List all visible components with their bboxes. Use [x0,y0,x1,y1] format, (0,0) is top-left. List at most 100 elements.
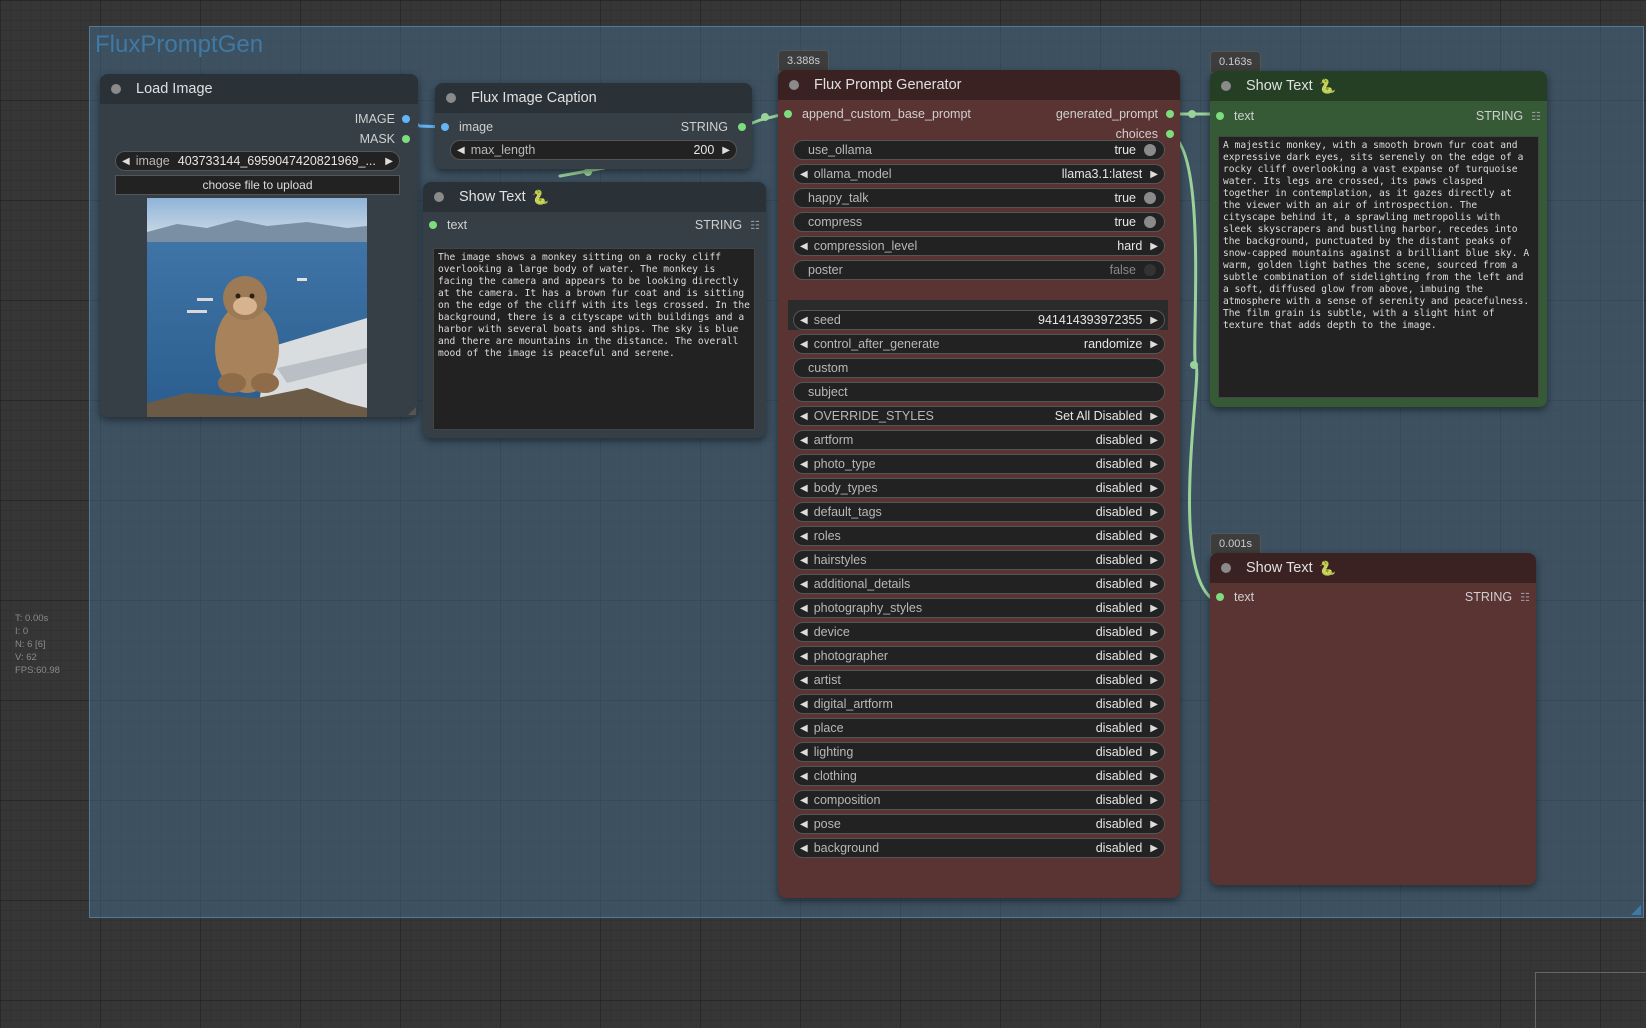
node-title-bar[interactable]: Show Text 🐍 [1210,71,1547,101]
custom-input[interactable]: custom [793,358,1165,378]
right-arrow-icon[interactable]: ▶ [1150,771,1158,782]
list-output-icon[interactable]: ☷ [750,219,760,232]
output-string[interactable]: STRING ☷ [1476,109,1541,123]
collapse-dot[interactable] [111,84,121,94]
slot-dot[interactable] [1166,110,1174,118]
right-arrow-icon[interactable]: ▶ [1150,627,1158,638]
right-arrow-icon[interactable]: ▶ [1150,579,1158,590]
left-arrow-icon[interactable]: ◀ [800,315,808,326]
combo-additional-details[interactable]: ◀ additional_details disabled ▶ [793,574,1165,594]
list-output-icon[interactable]: ☷ [1520,591,1530,604]
caption-textarea[interactable]: The image shows a monkey sitting on a ro… [433,248,755,430]
node-title-bar[interactable]: Flux Image Caption [435,83,752,113]
output-mask[interactable]: MASK [360,132,410,146]
slot-dot[interactable] [441,123,449,131]
right-arrow-icon[interactable]: ▶ [1150,819,1158,830]
combo-artist[interactable]: ◀ artist disabled ▶ [793,670,1165,690]
resize-handle[interactable] [408,407,416,415]
combo-photo-type[interactable]: ◀ photo_type disabled ▶ [793,454,1165,474]
slot-dot[interactable] [1216,112,1224,120]
toggle-knob-icon[interactable] [1144,264,1156,276]
left-arrow-icon[interactable]: ◀ [800,435,808,446]
combo-override-styles[interactable]: ◀ OVERRIDE_STYLES Set All Disabled ▶ [793,406,1165,426]
widget-compress[interactable]: compress true [793,212,1165,232]
node-title-bar[interactable]: Show Text 🐍 [423,182,766,212]
left-arrow-icon[interactable]: ◀ [800,843,808,854]
collapse-dot[interactable] [789,80,799,90]
right-arrow-icon[interactable]: ▶ [1150,843,1158,854]
node-show-text-choices[interactable]: Show Text 🐍 text STRING ☷ [1210,553,1536,885]
output-image[interactable]: IMAGE [355,112,410,126]
toggle-knob-icon[interactable] [1144,144,1156,156]
right-arrow-icon[interactable]: ▶ [1150,411,1158,422]
image-combo[interactable]: ◀ image 403733144_6959047420821969_... ▶ [115,151,400,171]
input-text[interactable]: text [1216,590,1254,604]
collapse-dot[interactable] [434,192,444,202]
combo-photographer[interactable]: ◀ photographer disabled ▶ [793,646,1165,666]
list-output-icon[interactable]: ☷ [1531,110,1541,123]
node-title-bar[interactable]: Show Text 🐍 [1210,553,1536,583]
toggle-knob-icon[interactable] [1144,192,1156,204]
left-arrow-icon[interactable]: ◀ [800,603,808,614]
toggle-knob-icon[interactable] [1144,216,1156,228]
left-arrow-icon[interactable]: ◀ [800,531,808,542]
left-arrow-icon[interactable]: ◀ [800,747,808,758]
combo-clothing[interactable]: ◀ clothing disabled ▶ [793,766,1165,786]
left-arrow-icon[interactable]: ◀ [800,819,808,830]
combo-roles[interactable]: ◀ roles disabled ▶ [793,526,1165,546]
left-arrow-icon[interactable]: ◀ [800,339,808,350]
left-arrow-icon[interactable]: ◀ [800,555,808,566]
input-text[interactable]: text [1216,109,1254,123]
slot-dot[interactable] [429,221,437,229]
right-arrow-icon[interactable]: ▶ [1150,315,1158,326]
collapse-dot[interactable] [1221,563,1231,573]
left-arrow-icon[interactable]: ◀ [800,241,808,252]
combo-artform[interactable]: ◀ artform disabled ▶ [793,430,1165,450]
output-string[interactable]: STRING [681,120,746,134]
widget-ollama-model[interactable]: ◀ ollama_model llama3.1:latest ▶ [793,164,1165,184]
node-title-bar[interactable]: Load Image [100,74,418,104]
seed-stepper[interactable]: ◀ seed 941414393972355 ▶ [793,310,1165,330]
combo-device[interactable]: ◀ device disabled ▶ [793,622,1165,642]
right-arrow-icon[interactable]: ▶ [1150,651,1158,662]
right-arrow-icon[interactable]: ▶ [722,145,730,156]
node-show-text-caption[interactable]: Show Text 🐍 text STRING ☷ The image show… [423,182,766,438]
left-arrow-icon[interactable]: ◀ [800,169,808,180]
node-flux-prompt-generator[interactable]: Flux Prompt Generator append_custom_base… [778,70,1180,898]
output-string[interactable]: STRING ☷ [695,218,760,232]
left-arrow-icon[interactable]: ◀ [800,459,808,470]
right-arrow-icon[interactable]: ▶ [1150,675,1158,686]
right-arrow-icon[interactable]: ▶ [1150,507,1158,518]
combo-hairstyles[interactable]: ◀ hairstyles disabled ▶ [793,550,1165,570]
slot-dot[interactable] [738,123,746,131]
widget-happy-talk[interactable]: happy_talk true [793,188,1165,208]
right-arrow-icon[interactable]: ▶ [1150,339,1158,350]
combo-composition[interactable]: ◀ composition disabled ▶ [793,790,1165,810]
output-generated-prompt[interactable]: generated_prompt [1056,107,1174,121]
slot-dot[interactable] [1216,593,1224,601]
right-arrow-icon[interactable]: ▶ [1150,169,1158,180]
output-choices[interactable]: choices [1116,127,1174,141]
collapse-dot[interactable] [1221,81,1231,91]
right-arrow-icon[interactable]: ▶ [1150,747,1158,758]
node-load-image[interactable]: Load Image IMAGE MASK ◀ image 403733144_… [100,74,418,417]
widget-compression-level[interactable]: ◀ compression_level hard ▶ [793,236,1165,256]
left-arrow-icon[interactable]: ◀ [800,675,808,686]
left-arrow-icon[interactable]: ◀ [800,579,808,590]
upload-button[interactable]: choose file to upload [115,175,400,195]
combo-default-tags[interactable]: ◀ default_tags disabled ▶ [793,502,1165,522]
widget-poster[interactable]: poster false [793,260,1165,280]
left-arrow-icon[interactable]: ◀ [800,627,808,638]
combo-body-types[interactable]: ◀ body_types disabled ▶ [793,478,1165,498]
max-length-stepper[interactable]: ◀ max_length 200 ▶ [450,140,737,160]
node-title-bar[interactable]: Flux Prompt Generator [778,70,1180,100]
right-arrow-icon[interactable]: ▶ [1150,795,1158,806]
widget-use-ollama[interactable]: use_ollama true [793,140,1165,160]
output-string[interactable]: STRING ☷ [1465,590,1530,604]
combo-place[interactable]: ◀ place disabled ▶ [793,718,1165,738]
combo-pose[interactable]: ◀ pose disabled ▶ [793,814,1165,834]
input-append-custom-base-prompt[interactable]: append_custom_base_prompt [784,107,971,121]
generated-prompt-textarea[interactable]: A majestic monkey, with a smooth brown f… [1218,136,1539,398]
slot-dot[interactable] [784,110,792,118]
slot-dot[interactable] [1166,130,1174,138]
